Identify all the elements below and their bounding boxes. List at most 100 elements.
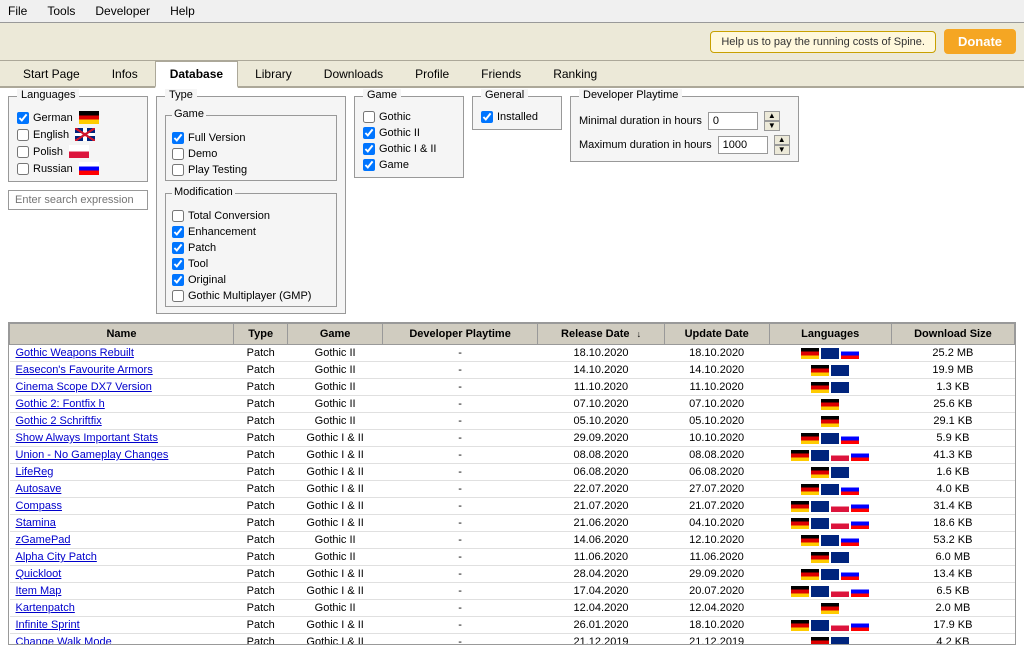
name-link[interactable]: Autosave	[16, 483, 62, 495]
table-row[interactable]: Kartenpatch Patch Gothic II - 12.04.2020…	[10, 600, 1015, 617]
col-type[interactable]: Type	[233, 324, 288, 345]
lang-russian-checkbox[interactable]	[17, 163, 29, 175]
lang-german[interactable]: German	[17, 111, 139, 124]
name-link[interactable]: Cinema Scope DX7 Version	[16, 381, 152, 393]
menu-developer[interactable]: Developer	[91, 2, 154, 20]
name-link[interactable]: Change Walk Mode	[16, 636, 112, 645]
name-link[interactable]: Kartenpatch	[16, 602, 75, 614]
name-link[interactable]: Gothic Weapons Rebuilt	[16, 347, 134, 359]
col-download-size[interactable]: Download Size	[891, 324, 1014, 345]
name-link[interactable]: Infinite Sprint	[16, 619, 80, 631]
col-languages[interactable]: Languages	[769, 324, 891, 345]
game-game-checkbox[interactable]	[363, 159, 375, 171]
table-row[interactable]: LifeReg Patch Gothic I & II - 06.08.2020…	[10, 464, 1015, 481]
type-playtesting[interactable]: Play Testing	[172, 164, 330, 176]
max-spin-down[interactable]: ▼	[774, 145, 790, 155]
table-row[interactable]: Item Map Patch Gothic I & II - 17.04.202…	[10, 583, 1015, 600]
col-dev-playtime[interactable]: Developer Playtime	[382, 324, 538, 345]
col-name[interactable]: Name	[10, 324, 234, 345]
table-row[interactable]: Alpha City Patch Patch Gothic II - 11.06…	[10, 549, 1015, 566]
name-link[interactable]: Compass	[16, 500, 62, 512]
type-fullversion[interactable]: Full Version	[172, 132, 330, 144]
original-checkbox[interactable]	[172, 274, 184, 286]
table-row[interactable]: Quickloot Patch Gothic I & II - 28.04.20…	[10, 566, 1015, 583]
lang-russian[interactable]: Russian	[17, 162, 139, 175]
lang-english-checkbox[interactable]	[17, 129, 29, 141]
table-row[interactable]: Change Walk Mode Patch Gothic I & II - 2…	[10, 634, 1015, 646]
name-link[interactable]: Easecon's Favourite Armors	[16, 364, 153, 376]
game-gothic2[interactable]: Gothic II	[363, 127, 455, 139]
col-update-date[interactable]: Update Date	[664, 324, 769, 345]
menu-tools[interactable]: Tools	[43, 2, 79, 20]
type-patch[interactable]: Patch	[172, 242, 330, 254]
type-demo[interactable]: Demo	[172, 148, 330, 160]
tab-infos[interactable]: Infos	[97, 61, 153, 86]
name-link[interactable]: Gothic 2 Schriftfix	[16, 415, 102, 427]
name-link[interactable]: Gothic 2: Fontfix h	[16, 398, 105, 410]
min-spin-up[interactable]: ▲	[764, 111, 780, 121]
donate-button[interactable]: Donate	[944, 29, 1016, 54]
table-row[interactable]: Gothic Weapons Rebuilt Patch Gothic II -…	[10, 345, 1015, 362]
table-row[interactable]: Infinite Sprint Patch Gothic I & II - 26…	[10, 617, 1015, 634]
min-spin-down[interactable]: ▼	[764, 121, 780, 131]
playtesting-checkbox[interactable]	[172, 164, 184, 176]
table-row[interactable]: zGamePad Patch Gothic II - 14.06.2020 12…	[10, 532, 1015, 549]
table-row[interactable]: Easecon's Favourite Armors Patch Gothic …	[10, 362, 1015, 379]
lang-english[interactable]: English	[17, 128, 139, 141]
max-playtime-input[interactable]	[718, 136, 768, 154]
min-playtime-input[interactable]	[708, 112, 758, 130]
game-gothic1and2[interactable]: Gothic I & II	[363, 143, 455, 155]
type-gmp[interactable]: Gothic Multiplayer (GMP)	[172, 290, 330, 302]
lang-polish-checkbox[interactable]	[17, 146, 29, 158]
tab-library[interactable]: Library	[240, 61, 307, 86]
col-release-date[interactable]: Release Date ↓	[538, 324, 664, 345]
table-row[interactable]: Stamina Patch Gothic I & II - 21.06.2020…	[10, 515, 1015, 532]
col-game[interactable]: Game	[288, 324, 382, 345]
demo-checkbox[interactable]	[172, 148, 184, 160]
table-row[interactable]: Gothic 2 Schriftfix Patch Gothic II - 05…	[10, 413, 1015, 430]
table-row[interactable]: Show Always Important Stats Patch Gothic…	[10, 430, 1015, 447]
tab-start-page[interactable]: Start Page	[8, 61, 95, 86]
tab-friends[interactable]: Friends	[466, 61, 536, 86]
game-gothic[interactable]: Gothic	[363, 111, 455, 123]
game-gothic2-checkbox[interactable]	[363, 127, 375, 139]
table-row[interactable]: Gothic 2: Fontfix h Patch Gothic II - 07…	[10, 396, 1015, 413]
menu-file[interactable]: File	[4, 2, 31, 20]
table-row[interactable]: Cinema Scope DX7 Version Patch Gothic II…	[10, 379, 1015, 396]
search-input[interactable]	[8, 190, 148, 210]
game-game[interactable]: Game	[363, 159, 455, 171]
installed-checkbox[interactable]	[481, 111, 493, 123]
lang-polish[interactable]: Polish	[17, 145, 139, 158]
totalconversion-checkbox[interactable]	[172, 210, 184, 222]
general-installed[interactable]: Installed	[481, 111, 553, 123]
menu-help[interactable]: Help	[166, 2, 199, 20]
name-link[interactable]: Union - No Gameplay Changes	[16, 449, 169, 461]
name-link[interactable]: Stamina	[16, 517, 56, 529]
table-row[interactable]: Autosave Patch Gothic I & II - 22.07.202…	[10, 481, 1015, 498]
type-totalconversion[interactable]: Total Conversion	[172, 210, 330, 222]
patch-checkbox[interactable]	[172, 242, 184, 254]
table-row[interactable]: Compass Patch Gothic I & II - 21.07.2020…	[10, 498, 1015, 515]
table-row[interactable]: Union - No Gameplay Changes Patch Gothic…	[10, 447, 1015, 464]
tab-downloads[interactable]: Downloads	[309, 61, 398, 86]
name-link[interactable]: zGamePad	[16, 534, 71, 546]
table-container[interactable]: Name Type Game Developer Playtime Releas…	[8, 322, 1016, 645]
name-link[interactable]: LifeReg	[16, 466, 54, 478]
tab-ranking[interactable]: Ranking	[538, 61, 612, 86]
type-tool[interactable]: Tool	[172, 258, 330, 270]
type-enhancement[interactable]: Enhancement	[172, 226, 330, 238]
tab-profile[interactable]: Profile	[400, 61, 464, 86]
gmp-checkbox[interactable]	[172, 290, 184, 302]
max-spin-up[interactable]: ▲	[774, 135, 790, 145]
tab-database[interactable]: Database	[155, 61, 238, 88]
type-original[interactable]: Original	[172, 274, 330, 286]
lang-german-checkbox[interactable]	[17, 112, 29, 124]
name-link[interactable]: Quickloot	[16, 568, 62, 580]
game-gothic-checkbox[interactable]	[363, 111, 375, 123]
name-link[interactable]: Show Always Important Stats	[16, 432, 158, 444]
name-link[interactable]: Item Map	[16, 585, 62, 597]
enhancement-checkbox[interactable]	[172, 226, 184, 238]
tool-checkbox[interactable]	[172, 258, 184, 270]
game-gothic1and2-checkbox[interactable]	[363, 143, 375, 155]
fullversion-checkbox[interactable]	[172, 132, 184, 144]
